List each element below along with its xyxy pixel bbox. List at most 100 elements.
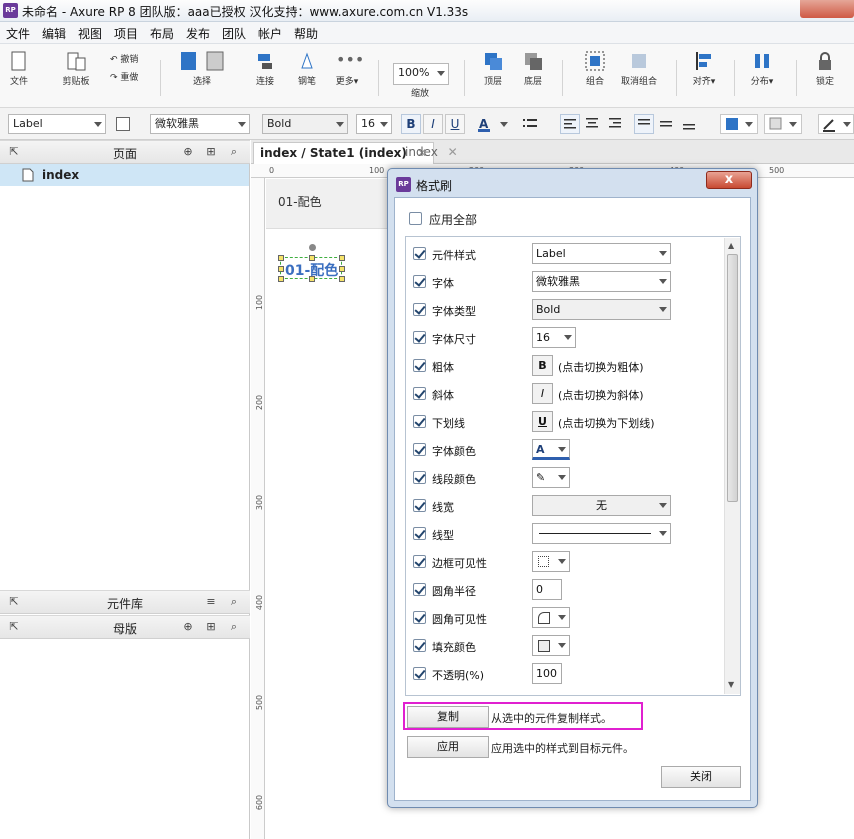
apply-all-checkbox[interactable] (409, 212, 422, 225)
bullet-list-icon[interactable] (520, 115, 540, 133)
select-button[interactable]: 选择 (172, 44, 232, 87)
valign-top-button[interactable] (634, 114, 654, 134)
line-color-button[interactable] (818, 114, 854, 134)
corner-radius-input[interactable]: 0 (532, 579, 562, 600)
valign-middle-button[interactable] (657, 114, 677, 134)
font-family-select[interactable]: 微软雅黑 (150, 114, 250, 134)
corner-visibility-picker[interactable] (532, 607, 570, 628)
resize-handle[interactable] (278, 276, 284, 282)
file-button[interactable]: 文件 (4, 44, 34, 87)
scrollbar-thumb[interactable] (727, 254, 738, 502)
option-checkbox[interactable] (413, 387, 426, 400)
option-checkbox[interactable] (413, 555, 426, 568)
option-checkbox[interactable] (413, 303, 426, 316)
close-icon[interactable]: ✕ (448, 145, 458, 159)
resize-handle[interactable] (339, 276, 345, 282)
pen-button[interactable]: 钢笔 (292, 44, 322, 87)
font-dropdown[interactable]: 微软雅黑 (532, 271, 671, 292)
copy-button[interactable]: 复制 (407, 706, 489, 728)
add-folder-icon[interactable]: ⊞ (205, 146, 217, 158)
add-page-icon[interactable]: ⊕ (182, 146, 194, 158)
ungroup-button[interactable]: 取消组合 (614, 44, 664, 87)
menu-help[interactable]: 帮助 (294, 25, 318, 42)
line-color-picker[interactable]: ✎ (532, 467, 570, 488)
lock-button[interactable]: 锁定 (810, 44, 840, 87)
scroll-up-icon[interactable]: ▲ (728, 241, 734, 250)
resize-handle[interactable] (278, 255, 284, 261)
add-master-icon[interactable]: ⊕ (182, 621, 194, 633)
menu-team[interactable]: 团队 (222, 25, 246, 42)
resize-handle[interactable] (309, 276, 315, 282)
menu-publish[interactable]: 发布 (186, 25, 210, 42)
resize-handle[interactable] (339, 266, 345, 272)
bold-toggle[interactable]: B (532, 355, 553, 376)
option-checkbox[interactable] (413, 331, 426, 344)
option-checkbox[interactable] (413, 583, 426, 596)
font-color-button[interactable]: A (476, 115, 512, 133)
underline-button[interactable]: U (445, 114, 465, 134)
menu-view[interactable]: 视图 (78, 25, 102, 42)
option-checkbox[interactable] (413, 611, 426, 624)
apply-button[interactable]: 应用 (407, 736, 489, 758)
menu-edit[interactable]: 编辑 (42, 25, 66, 42)
zoom-select[interactable]: 100% (393, 63, 449, 85)
option-checkbox[interactable] (413, 359, 426, 372)
page-item-index[interactable]: index (0, 164, 249, 186)
italic-toggle[interactable]: I (532, 383, 553, 404)
align-button[interactable]: 对齐▾ (686, 44, 722, 87)
widget-style-dropdown[interactable]: Label (532, 243, 671, 264)
style-editor-icon[interactable] (116, 117, 130, 131)
option-checkbox[interactable] (413, 443, 426, 456)
option-checkbox[interactable] (413, 527, 426, 540)
font-weight-select[interactable]: Bold (262, 114, 348, 134)
font-type-dropdown[interactable]: Bold (532, 299, 671, 320)
group-button[interactable]: 组合 (578, 44, 612, 87)
search-icon[interactable]: ⌕ (228, 146, 240, 158)
dialog-close-button[interactable]: x (706, 171, 752, 189)
more-button[interactable]: ••• 更多▾ (330, 44, 365, 87)
menu-account[interactable]: 帐户 (258, 25, 282, 42)
border-visibility-picker[interactable] (532, 551, 570, 572)
option-checkbox[interactable] (413, 471, 426, 484)
resize-handle[interactable] (278, 266, 284, 272)
close-button[interactable]: 关闭 (661, 766, 741, 788)
underline-toggle[interactable]: U (532, 411, 553, 432)
scroll-down-icon[interactable]: ▼ (728, 680, 734, 689)
option-checkbox[interactable] (413, 639, 426, 652)
font-color-picker[interactable]: A (532, 439, 570, 460)
bold-button[interactable]: B (401, 114, 421, 134)
option-checkbox[interactable] (413, 275, 426, 288)
shadow-button[interactable] (764, 114, 802, 134)
bring-to-front-button[interactable]: 顶层 (478, 44, 508, 87)
redo-button[interactable]: ↷ 重做 (110, 70, 150, 83)
line-width-dropdown[interactable]: 无 (532, 495, 671, 516)
list-scrollbar[interactable]: ▲ ▼ (724, 238, 740, 694)
font-size-dropdown[interactable]: 16 (532, 327, 576, 348)
valign-bottom-button[interactable] (680, 114, 700, 134)
menu-file[interactable]: 文件 (6, 25, 30, 42)
undo-button[interactable]: ↶ 撤销 (110, 52, 150, 65)
send-to-back-button[interactable]: 底层 (518, 44, 548, 87)
italic-button[interactable]: I (423, 114, 443, 134)
connect-button[interactable]: 连接 (250, 44, 280, 87)
option-checkbox[interactable] (413, 667, 426, 680)
menu-layout[interactable]: 布局 (150, 25, 174, 42)
search-icon[interactable]: ⌕ (228, 621, 240, 633)
menu-icon[interactable]: ≡ (205, 596, 217, 608)
tab-index[interactable]: index ✕ (399, 142, 464, 164)
align-center-button[interactable] (583, 114, 603, 134)
option-checkbox[interactable] (413, 499, 426, 512)
font-size-select[interactable]: 16 (356, 114, 392, 134)
distribute-button[interactable]: 分布▾ (744, 44, 780, 87)
selected-widget[interactable]: 01-配色 (278, 244, 345, 282)
option-checkbox[interactable] (413, 415, 426, 428)
fill-color-button[interactable] (720, 114, 758, 134)
clipboard-button[interactable]: 剪贴板 (56, 44, 96, 87)
align-right-button[interactable] (606, 114, 626, 134)
widget-style-select[interactable]: Label (8, 114, 106, 134)
line-style-dropdown[interactable] (532, 523, 671, 544)
opacity-input[interactable]: 100 (532, 663, 562, 684)
fill-color-picker[interactable] (532, 635, 570, 656)
resize-handle[interactable] (309, 255, 315, 261)
rotate-handle[interactable] (309, 244, 316, 251)
